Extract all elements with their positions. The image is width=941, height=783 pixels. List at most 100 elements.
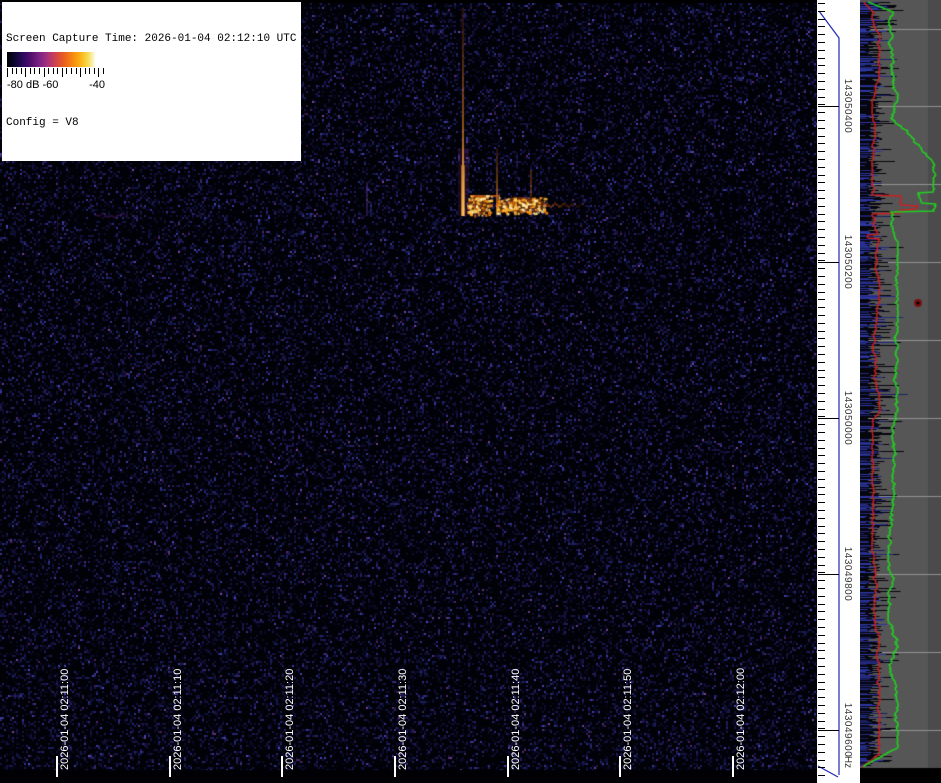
freq-major-tick <box>818 418 839 419</box>
freq-minor-tick <box>818 167 825 168</box>
capture-time-text: Screen Capture Time: 2026-01-04 02:12:10… <box>6 33 297 45</box>
freq-minor-tick <box>818 346 825 347</box>
freq-minor-tick <box>818 455 825 456</box>
freq-minor-tick <box>818 331 825 332</box>
colorbar-tick <box>76 68 77 74</box>
freq-minor-tick <box>818 299 825 300</box>
freq-tick-label: 143049800 <box>842 546 853 602</box>
freq-minor-tick <box>818 268 825 269</box>
colorbar-tick <box>103 68 104 74</box>
freq-minor-tick <box>818 674 825 675</box>
freq-minor-tick <box>818 50 825 51</box>
freq-minor-tick <box>818 736 825 737</box>
freq-minor-tick <box>818 572 825 573</box>
freq-minor-tick <box>818 73 825 74</box>
freq-tick-label: 143050000 <box>842 390 853 446</box>
config-text: Config = V8 <box>6 117 79 129</box>
freq-minor-tick <box>818 635 825 636</box>
freq-minor-tick <box>818 97 825 98</box>
freq-minor-tick <box>818 611 825 612</box>
freq-minor-tick <box>818 682 825 683</box>
freq-minor-tick <box>818 471 825 472</box>
colorbar-tick <box>57 68 58 74</box>
freq-major-tick <box>818 730 839 731</box>
freq-minor-tick <box>818 728 825 729</box>
spectrum-capture-screen: Hz 143050400 143050200 143050000 143049800 1… <box>0 0 941 783</box>
freq-minor-tick <box>818 229 825 230</box>
colorbar-tick <box>80 68 81 77</box>
freq-minor-tick <box>818 502 825 503</box>
freq-minor-tick <box>818 315 825 316</box>
freq-minor-tick <box>818 479 825 480</box>
freq-minor-tick <box>818 307 825 308</box>
freq-minor-tick <box>818 221 825 222</box>
colorbar-tick-ruler <box>7 68 104 78</box>
freq-minor-tick <box>818 151 825 152</box>
freq-minor-tick <box>818 3 825 4</box>
freq-minor-tick <box>818 190 825 191</box>
freq-minor-tick <box>818 401 825 402</box>
colorbar-tick <box>12 68 13 74</box>
colorbar-tick <box>85 68 86 74</box>
freq-minor-tick <box>818 206 825 207</box>
freq-minor-tick <box>818 120 825 121</box>
freq-major-tick <box>818 262 839 263</box>
freq-minor-tick <box>818 643 825 644</box>
freq-minor-tick <box>818 627 825 628</box>
freq-minor-tick <box>818 689 825 690</box>
freq-minor-tick <box>818 128 825 129</box>
colorbar-tick <box>25 68 26 77</box>
freq-minor-tick <box>818 143 825 144</box>
freq-minor-tick <box>818 604 825 605</box>
freq-minor-tick <box>818 19 825 20</box>
colorbar-tick <box>7 68 8 77</box>
intensity-colorbar: -80 dB -60 -40 <box>6 51 107 96</box>
freq-minor-tick <box>818 159 825 160</box>
colorbar-tick <box>16 68 17 74</box>
freq-minor-tick <box>818 253 825 254</box>
colorbar-tick <box>98 68 99 77</box>
freq-minor-tick <box>818 81 825 82</box>
colorbar-tick <box>71 68 72 74</box>
colorbar-tick <box>39 68 40 74</box>
colorbar-tick <box>34 68 35 74</box>
colorbar-tick <box>89 68 90 74</box>
frequency-unit-label: Hz <box>842 755 853 769</box>
freq-minor-tick <box>818 175 825 176</box>
freq-minor-tick <box>818 42 825 43</box>
colorbar-tick <box>30 68 31 74</box>
freq-minor-tick <box>818 510 825 511</box>
freq-minor-tick <box>818 596 825 597</box>
colorbar-tick <box>62 68 63 77</box>
freq-minor-tick <box>818 377 825 378</box>
freq-minor-tick <box>818 416 825 417</box>
freq-tick-label: 143049600 <box>842 702 853 758</box>
freq-minor-tick <box>818 58 825 59</box>
live-spectrum-panel-canvas <box>860 0 941 783</box>
freq-minor-tick <box>818 705 825 706</box>
freq-minor-tick <box>818 619 825 620</box>
freq-minor-tick <box>818 89 825 90</box>
freq-minor-tick <box>818 260 825 261</box>
colorbar-gradient <box>7 52 104 67</box>
colorbar-label-right: -40 <box>89 79 105 91</box>
freq-minor-tick <box>818 432 825 433</box>
colorbar-tick <box>44 68 45 77</box>
freq-minor-tick <box>818 354 825 355</box>
colorbar-tick <box>21 68 22 74</box>
freq-minor-tick <box>818 775 825 776</box>
freq-minor-tick <box>818 112 825 113</box>
freq-minor-tick <box>818 721 825 722</box>
colorbar-labels: -80 dB -60 -40 <box>7 79 105 91</box>
freq-minor-tick <box>818 409 825 410</box>
freq-minor-tick <box>818 245 825 246</box>
freq-minor-tick <box>818 463 825 464</box>
freq-minor-tick <box>818 276 825 277</box>
freq-minor-tick <box>818 494 825 495</box>
freq-major-tick <box>818 574 839 575</box>
freq-minor-tick <box>818 658 825 659</box>
freq-minor-tick <box>818 362 825 363</box>
freq-minor-tick <box>818 526 825 527</box>
colorbar-tick <box>94 68 95 74</box>
freq-minor-tick <box>818 588 825 589</box>
